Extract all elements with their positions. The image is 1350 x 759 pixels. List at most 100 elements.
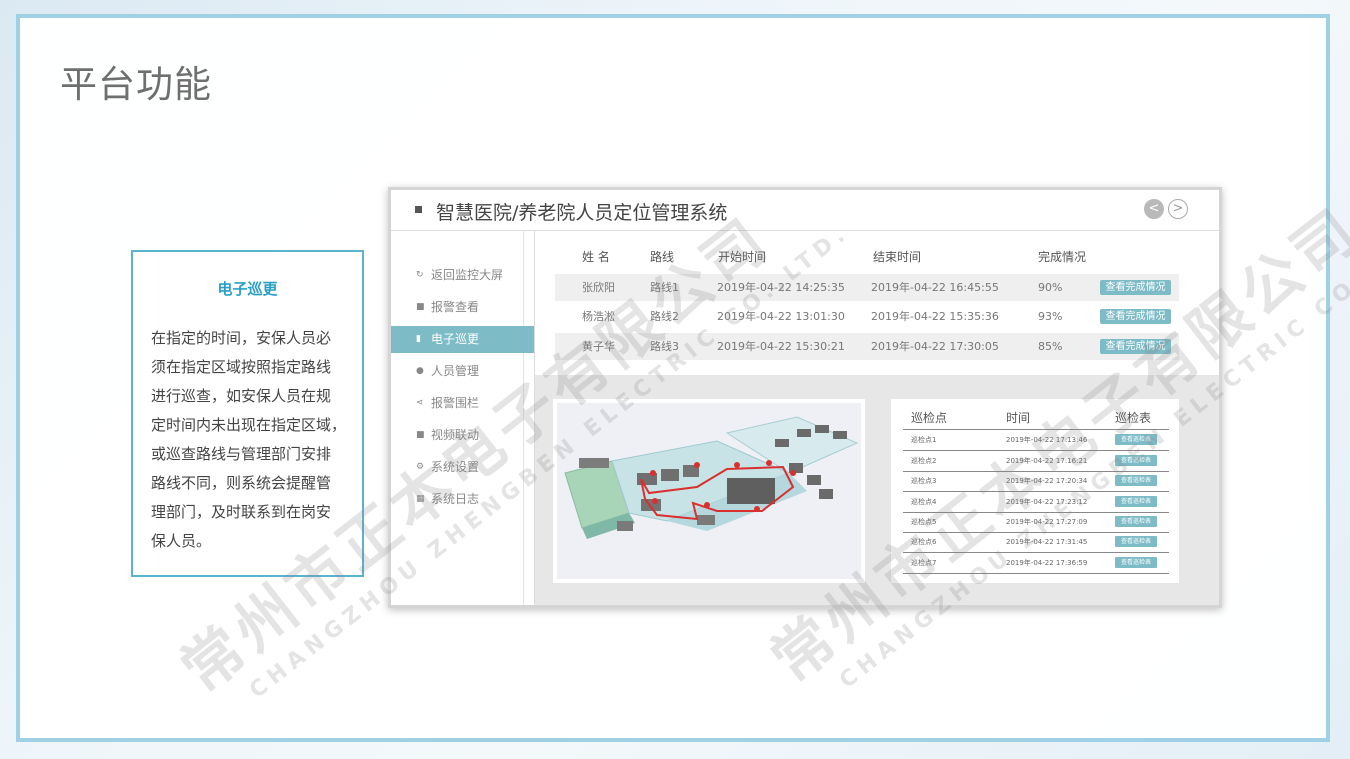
sidebar-item-settings[interactable]: ⚙ 系统设置	[391, 454, 534, 481]
column-header-sheet: 巡检表	[1115, 411, 1152, 425]
table-row: 巡检点3 2019年-04-22 17:20:34 查看巡检表	[903, 471, 1169, 492]
floor-map-panel	[553, 399, 865, 583]
column-header-point: 巡检点	[911, 411, 948, 425]
description-line: 或巡查路线与管理部门安排	[151, 445, 332, 463]
person-icon: ●	[416, 366, 424, 376]
sidebar-item-label: 报警查看	[431, 300, 480, 314]
view-inspection-button[interactable]: 查看巡检表	[1115, 557, 1157, 568]
cell-point: 巡检点2	[911, 457, 937, 465]
description-line: 进行巡查，如安保人员在规	[151, 387, 332, 405]
cell-point: 巡检点7	[911, 559, 937, 567]
patrol-table: 姓 名 路线 开始时间 结束时间 完成情况 张欣阳 路线1 2019年-04-2…	[535, 231, 1219, 375]
title-bullet-icon	[415, 206, 422, 213]
sidebar-item-people[interactable]: ● 人员管理	[391, 358, 534, 385]
cell-time: 2019年-04-22 17:31:45	[1006, 538, 1088, 546]
description-line: 保人员。	[151, 532, 212, 550]
table-row: 巡检点2 2019年-04-22 17:16:21 查看巡检表	[903, 451, 1169, 472]
view-completion-button[interactable]: 查看完成情况	[1100, 280, 1171, 295]
cell-start: 2019年-04-22 15:30:21	[717, 340, 845, 353]
cell-completion: 90%	[1038, 281, 1063, 294]
table-row: 黄子华 路线3 2019年-04-22 15:30:21 2019年-04-22…	[555, 333, 1179, 360]
column-header-completion: 完成情况	[1038, 250, 1087, 264]
column-header-name: 姓 名	[582, 250, 610, 264]
patrol-detail-area: 巡检点 时间 巡检表 巡检点1 2019年-04-22 17:13:46 查看巡…	[535, 375, 1219, 605]
description-line: 定时间内未出现在指定区域，	[151, 416, 347, 434]
video-icon: ■	[416, 430, 425, 440]
cell-start: 2019年-04-22 14:25:35	[717, 281, 845, 294]
cell-end: 2019年-04-22 16:45:55	[871, 281, 999, 294]
cell-time: 2019年-04-22 17:23:12	[1006, 498, 1088, 506]
cell-point: 巡检点5	[911, 518, 937, 526]
cell-time: 2019年-04-22 17:20:34	[1006, 477, 1088, 485]
view-inspection-button[interactable]: 查看巡检表	[1115, 536, 1157, 547]
view-inspection-button[interactable]: 查看巡检表	[1115, 475, 1157, 486]
sidebar: ↻ 返回监控大屏 ■ 报警查看 ▮ 电子巡更 ● 人员管理 ⋖ 报警围栏 ■ 视…	[391, 231, 535, 605]
sidebar-item-label: 系统设置	[431, 460, 480, 474]
cell-name: 张欣阳	[582, 281, 615, 294]
cell-end: 2019年-04-22 17:30:05	[871, 340, 999, 353]
feature-description-box: 电子巡更 在指定的时间，安保人员必 须在指定区域按照指定路线 进行巡查，如安保人…	[131, 250, 364, 577]
cell-route: 路线3	[650, 340, 679, 353]
table-row: 巡检点6 2019年-04-22 17:31:45 查看巡检表	[903, 532, 1169, 553]
sidebar-item-logs[interactable]: ▦ 系统日志	[391, 486, 534, 513]
description-line: 理部门，及时联系到在岗安	[151, 503, 332, 521]
column-header-route: 路线	[650, 250, 675, 264]
column-header-time: 时间	[1006, 411, 1031, 425]
sidebar-item-label: 系统日志	[431, 492, 480, 506]
cell-name: 杨浩淞	[582, 310, 615, 323]
cell-end: 2019年-04-22 15:35:36	[871, 310, 999, 323]
feature-description: 在指定的时间，安保人员必 须在指定区域按照指定路线 进行巡查，如安保人员在规 定…	[151, 324, 352, 556]
inspection-table: 巡检点 时间 巡检表 巡检点1 2019年-04-22 17:13:46 查看巡…	[891, 399, 1179, 583]
description-line: 路线不同，则系统会提醒管	[151, 474, 332, 492]
floor-map[interactable]	[557, 403, 861, 579]
sidebar-item-patrol[interactable]: ▮ 电子巡更	[391, 326, 534, 353]
cell-time: 2019年-04-22 17:36:59	[1006, 559, 1088, 567]
sidebar-item-label: 视频联动	[431, 428, 480, 442]
log-icon: ▦	[416, 494, 425, 504]
description-line: 在指定的时间，安保人员必	[151, 329, 332, 347]
cell-point: 巡检点1	[911, 436, 937, 444]
view-completion-button[interactable]: 查看完成情况	[1100, 309, 1171, 324]
cell-point: 巡检点4	[911, 498, 937, 506]
table-row: 巡检点4 2019年-04-22 17:23:12 查看巡检表	[903, 492, 1169, 513]
sidebar-item-video[interactable]: ■ 视频联动	[391, 422, 534, 449]
app-header: 智慧医院/养老院人员定位管理系统 < >	[391, 190, 1219, 231]
alarm-icon: ■	[416, 302, 425, 312]
cell-point: 巡检点6	[911, 538, 937, 546]
sidebar-item-label: 人员管理	[431, 364, 480, 378]
fence-icon: ⋖	[416, 398, 424, 408]
patrol-icon: ▮	[416, 334, 421, 344]
gear-icon: ⚙	[416, 462, 425, 472]
column-header-end: 结束时间	[873, 250, 922, 264]
view-inspection-button[interactable]: 查看巡检表	[1115, 455, 1157, 466]
cell-time: 2019年-04-22 17:27:09	[1006, 518, 1088, 526]
cell-route: 路线2	[650, 310, 679, 323]
table-row: 巡检点1 2019年-04-22 17:13:46 查看巡检表	[903, 430, 1169, 451]
cell-point: 巡检点3	[911, 477, 937, 485]
view-completion-button[interactable]: 查看完成情况	[1100, 339, 1171, 354]
sidebar-item-label: 电子巡更	[431, 332, 480, 346]
cell-name: 黄子华	[582, 340, 615, 353]
refresh-icon: ↻	[416, 270, 424, 280]
cell-completion: 85%	[1038, 340, 1063, 353]
sidebar-item-label: 报警围栏	[431, 396, 480, 410]
cell-start: 2019年-04-22 13:01:30	[717, 310, 845, 323]
sidebar-item-fence[interactable]: ⋖ 报警围栏	[391, 390, 534, 417]
sidebar-item-alarms[interactable]: ■ 报警查看	[391, 294, 534, 321]
sidebar-item-label: 返回监控大屏	[431, 268, 504, 282]
system-screenshot: 智慧医院/养老院人员定位管理系统 < > ↻ 返回监控大屏 ■ 报警查看 ▮ 电…	[388, 187, 1222, 608]
prev-button[interactable]: <	[1144, 199, 1164, 219]
cell-time: 2019年-04-22 17:13:46	[1006, 436, 1088, 444]
table-row: 张欣阳 路线1 2019年-04-22 14:25:35 2019年-04-22…	[555, 274, 1179, 301]
view-inspection-button[interactable]: 查看巡检表	[1115, 496, 1157, 507]
sidebar-item-monitor[interactable]: ↻ 返回监控大屏	[391, 262, 534, 289]
view-inspection-button[interactable]: 查看巡检表	[1115, 516, 1157, 527]
table-row: 巡检点5 2019年-04-22 17:27:09 查看巡检表	[903, 512, 1169, 533]
next-button[interactable]: >	[1168, 199, 1188, 219]
table-row: 杨浩淞 路线2 2019年-04-22 13:01:30 2019年-04-22…	[555, 303, 1179, 330]
slide-title: 平台功能	[60, 63, 212, 106]
feature-title: 电子巡更	[217, 280, 278, 298]
table-row: 巡检点7 2019年-04-22 17:36:59 查看巡检表	[903, 553, 1169, 574]
cell-time: 2019年-04-22 17:16:21	[1006, 457, 1088, 465]
view-inspection-button[interactable]: 查看巡检表	[1115, 434, 1157, 445]
